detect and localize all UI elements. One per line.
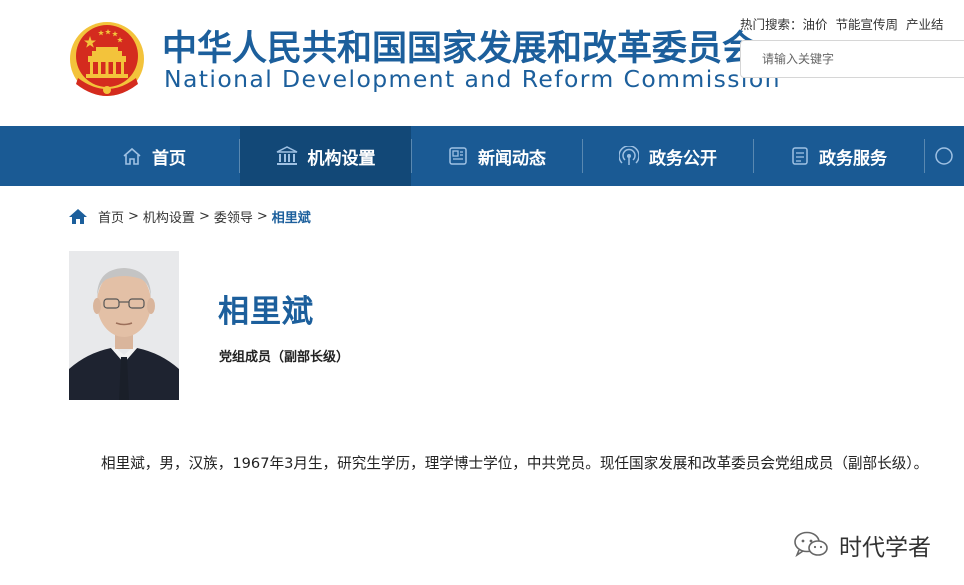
breadcrumb: 首页 > 机构设置 > 委领导 > 相里斌 (68, 207, 311, 226)
search-box (740, 40, 964, 78)
nav-item-label: 机构设置 (307, 148, 376, 169)
hot-search-label: 热门搜索： (740, 17, 803, 32)
portrait-image (69, 251, 179, 400)
nav-divider (924, 139, 925, 173)
main-nav: 首页 机构设置 新闻动态 政务公开 政务服务 (0, 126, 964, 186)
person-title: 党组成员（副部长级） (219, 350, 350, 365)
news-icon (449, 147, 467, 165)
breadcrumb-link[interactable]: 首页 (98, 207, 124, 226)
nav-item-home[interactable]: 首页 (70, 126, 238, 186)
watermark-text: 时代学者 (839, 535, 931, 561)
site-title-english[interactable]: National Development and Reform Commissi… (164, 66, 781, 92)
breadcrumb-link[interactable]: 委领导 (214, 207, 253, 226)
service-icon (792, 147, 808, 165)
site-title-chinese[interactable]: 中华人民共和国国家发展和改革委员会 (162, 30, 757, 68)
more-nav-icon[interactable] (934, 146, 954, 166)
breadcrumb-separator: > (128, 208, 139, 224)
nav-item-label: 新闻动态 (478, 148, 546, 169)
breadcrumb-separator: > (198, 208, 210, 224)
hot-search-link[interactable]: 产业结 (906, 17, 944, 32)
nav-item-government-affairs[interactable]: 政务公开 (583, 126, 753, 186)
person-name: 相里斌 (218, 294, 314, 330)
nav-item-label: 政务公开 (649, 148, 717, 169)
wechat-watermark: 时代学者 (793, 528, 931, 562)
nav-item-label: 首页 (152, 148, 186, 169)
site-header: 中华人民共和国国家发展和改革委员会 National Development a… (0, 0, 964, 126)
home-icon[interactable] (68, 208, 88, 225)
breadcrumb-current: 相里斌 (271, 210, 311, 226)
breadcrumb-link[interactable]: 机构设置 (143, 207, 195, 226)
national-emblem-icon[interactable] (68, 18, 146, 100)
nav-item-news[interactable]: 新闻动态 (412, 126, 582, 186)
institution-icon (276, 146, 297, 165)
hot-search-link[interactable]: 节能宣传周 (836, 17, 899, 32)
nav-item-label: 政务服务 (819, 148, 887, 169)
breadcrumb-separator: > (256, 208, 268, 224)
hot-search-link[interactable]: 油价 (803, 17, 828, 32)
home-icon (123, 147, 141, 165)
hot-search-bar: 热门搜索：油价 节能宣传周 产业结 (740, 14, 952, 33)
nav-item-institution[interactable]: 机构设置 (240, 126, 411, 186)
broadcast-icon (619, 146, 639, 165)
nav-item-services[interactable]: 政务服务 (754, 126, 924, 186)
search-input[interactable] (741, 41, 964, 77)
portrait-photo (69, 251, 179, 400)
biography-text: 相里斌，男，汉族，1967年3月生，研究生学历，理学博士学位，中共党员。现任国家… (101, 455, 929, 472)
wechat-icon (794, 531, 828, 558)
